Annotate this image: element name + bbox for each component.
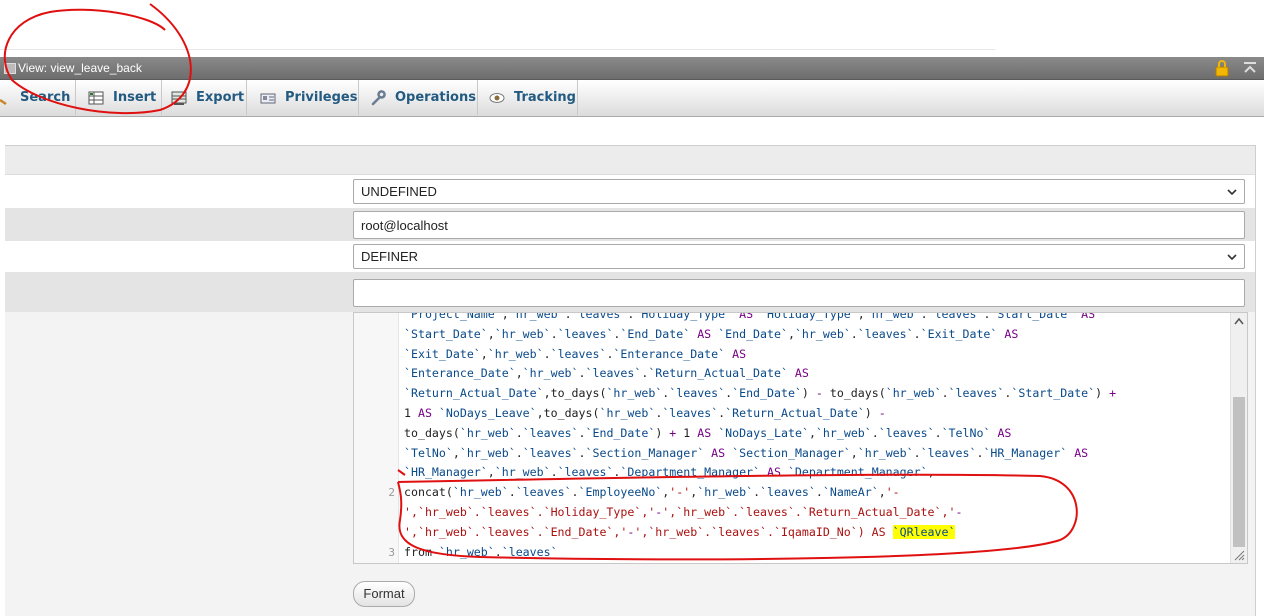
privileges-icon bbox=[260, 93, 276, 103]
panel-header bbox=[5, 146, 1255, 175]
resize-grip-icon[interactable] bbox=[1233, 549, 1245, 561]
code-line: `Return_Actual_Date`,to_days(`hr_web`.`l… bbox=[404, 386, 1117, 401]
editor-scrollbar[interactable] bbox=[1230, 313, 1247, 563]
row-definer: root@localhost bbox=[5, 208, 1255, 241]
collapse-icon[interactable] bbox=[1242, 59, 1258, 77]
code-line: `HR_Manager`,`hr_web`.`leaves`.`Departme… bbox=[404, 465, 935, 480]
code-line: to_days(`hr_web`.`leaves`.`End_Date`) + … bbox=[404, 425, 1012, 440]
definer-value: root@localhost bbox=[361, 218, 448, 233]
line-number-gutter bbox=[354, 313, 399, 563]
line-number: 2 bbox=[388, 486, 395, 500]
code-line: `TelNo`,`hr_web`.`leaves`.`Section_Manag… bbox=[404, 445, 1089, 460]
tab-insert-label: Insert bbox=[113, 90, 157, 105]
tab-privileges-label: Privileges bbox=[285, 90, 358, 105]
code-line: from `hr_web`.`leaves` bbox=[404, 544, 558, 559]
code-line: `Exit_Date`,`hr_web`.`leaves`.`Enterance… bbox=[404, 346, 747, 361]
row-security: DEFINER bbox=[5, 241, 1255, 272]
code-line: ',`hr_web`.`leaves`.`End_Date`,'-',`hr_w… bbox=[404, 524, 956, 539]
highlighted-alias: `QRleave` bbox=[892, 524, 956, 539]
algorithm-value: UNDEFINED bbox=[361, 184, 437, 199]
tab-tracking[interactable]: Tracking bbox=[479, 80, 578, 115]
eye-icon bbox=[489, 92, 505, 103]
lock-icon[interactable] bbox=[1214, 59, 1230, 77]
code-line: 1 AS `NoDays_Leave`,to_days(`hr_web`.`le… bbox=[404, 406, 886, 420]
tab-operations-label: Operations bbox=[395, 90, 476, 105]
tab-export-label: Export bbox=[196, 90, 245, 105]
view-title-bar: View: view_leave_back bbox=[0, 57, 1264, 80]
row-algorithm: UNDEFINED bbox=[5, 175, 1255, 208]
code-line: ',`hr_web`.`leaves`.`Holiday_Type`,'-',`… bbox=[404, 505, 963, 519]
tab-bar: Search Insert Export Privileges Operatio… bbox=[0, 80, 1264, 117]
export-icon bbox=[171, 91, 187, 105]
search-icon bbox=[0, 98, 7, 105]
check-option-input[interactable] bbox=[353, 279, 1245, 307]
algorithm-select[interactable]: UNDEFINED bbox=[353, 179, 1245, 204]
sql-editor[interactable]: 2 3 `Project_Name`,`hr_web`.`leaves`.`Hol… bbox=[353, 312, 1248, 564]
security-select[interactable]: DEFINER bbox=[353, 244, 1245, 269]
line-number: 3 bbox=[388, 545, 395, 559]
row-check-option bbox=[5, 272, 1255, 312]
top-divider bbox=[0, 49, 995, 50]
code-line: concat(`hr_web`.`leaves`.`EmployeeNo`,'-… bbox=[404, 485, 900, 500]
view-title: View: view_leave_back bbox=[18, 61, 142, 75]
chevron-down-icon bbox=[1227, 254, 1237, 261]
code-line: `Start_Date`,`hr_web`.`leaves`.`End_Date… bbox=[404, 326, 1019, 341]
tab-privileges[interactable]: Privileges bbox=[248, 80, 359, 115]
tab-export[interactable]: Export bbox=[163, 80, 247, 115]
security-value: DEFINER bbox=[361, 249, 419, 264]
sql-code-area[interactable]: `Project_Name`,`hr_web`.`leaves`.`Holida… bbox=[404, 313, 1224, 563]
tab-tracking-label: Tracking bbox=[514, 90, 576, 105]
scroll-thumb[interactable] bbox=[1233, 397, 1245, 547]
chevron-down-icon bbox=[1227, 189, 1237, 196]
tab-search-label: Search bbox=[20, 90, 71, 105]
tab-insert[interactable]: Insert bbox=[76, 80, 162, 115]
definer-input[interactable]: root@localhost bbox=[353, 211, 1245, 239]
view-icon bbox=[4, 63, 16, 74]
code-line: `Enterance_Date`,`hr_web`.`leaves`.`Retu… bbox=[404, 366, 809, 381]
format-button[interactable]: Format bbox=[353, 581, 415, 607]
wrench-icon bbox=[371, 89, 386, 105]
code-line: `Project_Name`,`hr_web`.`leaves`.`Holida… bbox=[404, 312, 1096, 321]
tab-operations[interactable]: Operations bbox=[360, 80, 478, 115]
insert-icon bbox=[88, 91, 104, 104]
scroll-up-icon[interactable] bbox=[1234, 317, 1244, 325]
tab-search[interactable]: Search bbox=[0, 80, 76, 115]
